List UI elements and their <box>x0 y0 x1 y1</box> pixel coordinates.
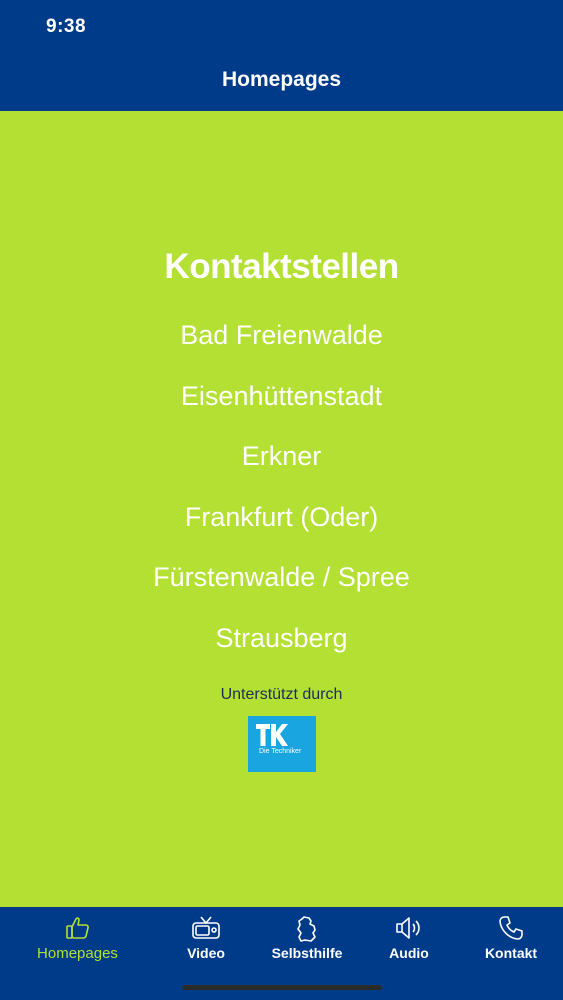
tab-kontakt[interactable]: Kontakt <box>474 907 548 977</box>
city-link-erkner[interactable]: Erkner <box>0 441 563 472</box>
phone-icon <box>498 915 524 946</box>
section-title: Kontaktstellen <box>164 247 399 286</box>
city-link-bad-freienwalde[interactable]: Bad Freienwalde <box>0 320 563 351</box>
map-icon <box>295 915 319 948</box>
tab-video[interactable]: Video <box>166 907 246 977</box>
app-header: 9:38 Homepages <box>0 0 563 111</box>
tk-logo[interactable]: Die Techniker <box>248 716 316 772</box>
tab-kontakt-label: Kontakt <box>484 945 538 961</box>
city-link-frankfurt-oder[interactable]: Frankfurt (Oder) <box>0 502 563 533</box>
status-time: 9:38 <box>46 16 87 37</box>
tab-homepages-label: Homepages <box>37 945 118 962</box>
tab-homepages[interactable]: Homepages <box>20 907 135 977</box>
tab-selbsthilfe-label: Selbsthilfe <box>271 945 343 961</box>
main-content: Kontaktstellen Bad Freienwalde Eisenhütt… <box>0 111 563 907</box>
city-link-strausberg[interactable]: Strausberg <box>0 623 563 654</box>
home-indicator <box>182 985 382 990</box>
speaker-icon <box>394 915 424 946</box>
tab-video-label: Video <box>187 945 225 961</box>
page-title: Homepages <box>221 68 342 91</box>
tk-logo-text: Die Techniker <box>259 748 302 755</box>
thumbs-up-icon <box>65 915 91 946</box>
support-text: Unterstützt durch <box>220 686 343 703</box>
city-link-eisenhuettenstadt[interactable]: Eisenhüttenstadt <box>0 381 563 412</box>
tab-audio[interactable]: Audio <box>374 907 444 977</box>
tv-icon <box>191 915 221 946</box>
tk-logo-mark-icon <box>256 724 288 746</box>
city-link-fuerstenwalde-spree[interactable]: Fürstenwalde / Spree <box>0 562 563 593</box>
tab-audio-label: Audio <box>389 945 429 961</box>
tab-selbsthilfe[interactable]: Selbsthilfe <box>262 907 352 977</box>
